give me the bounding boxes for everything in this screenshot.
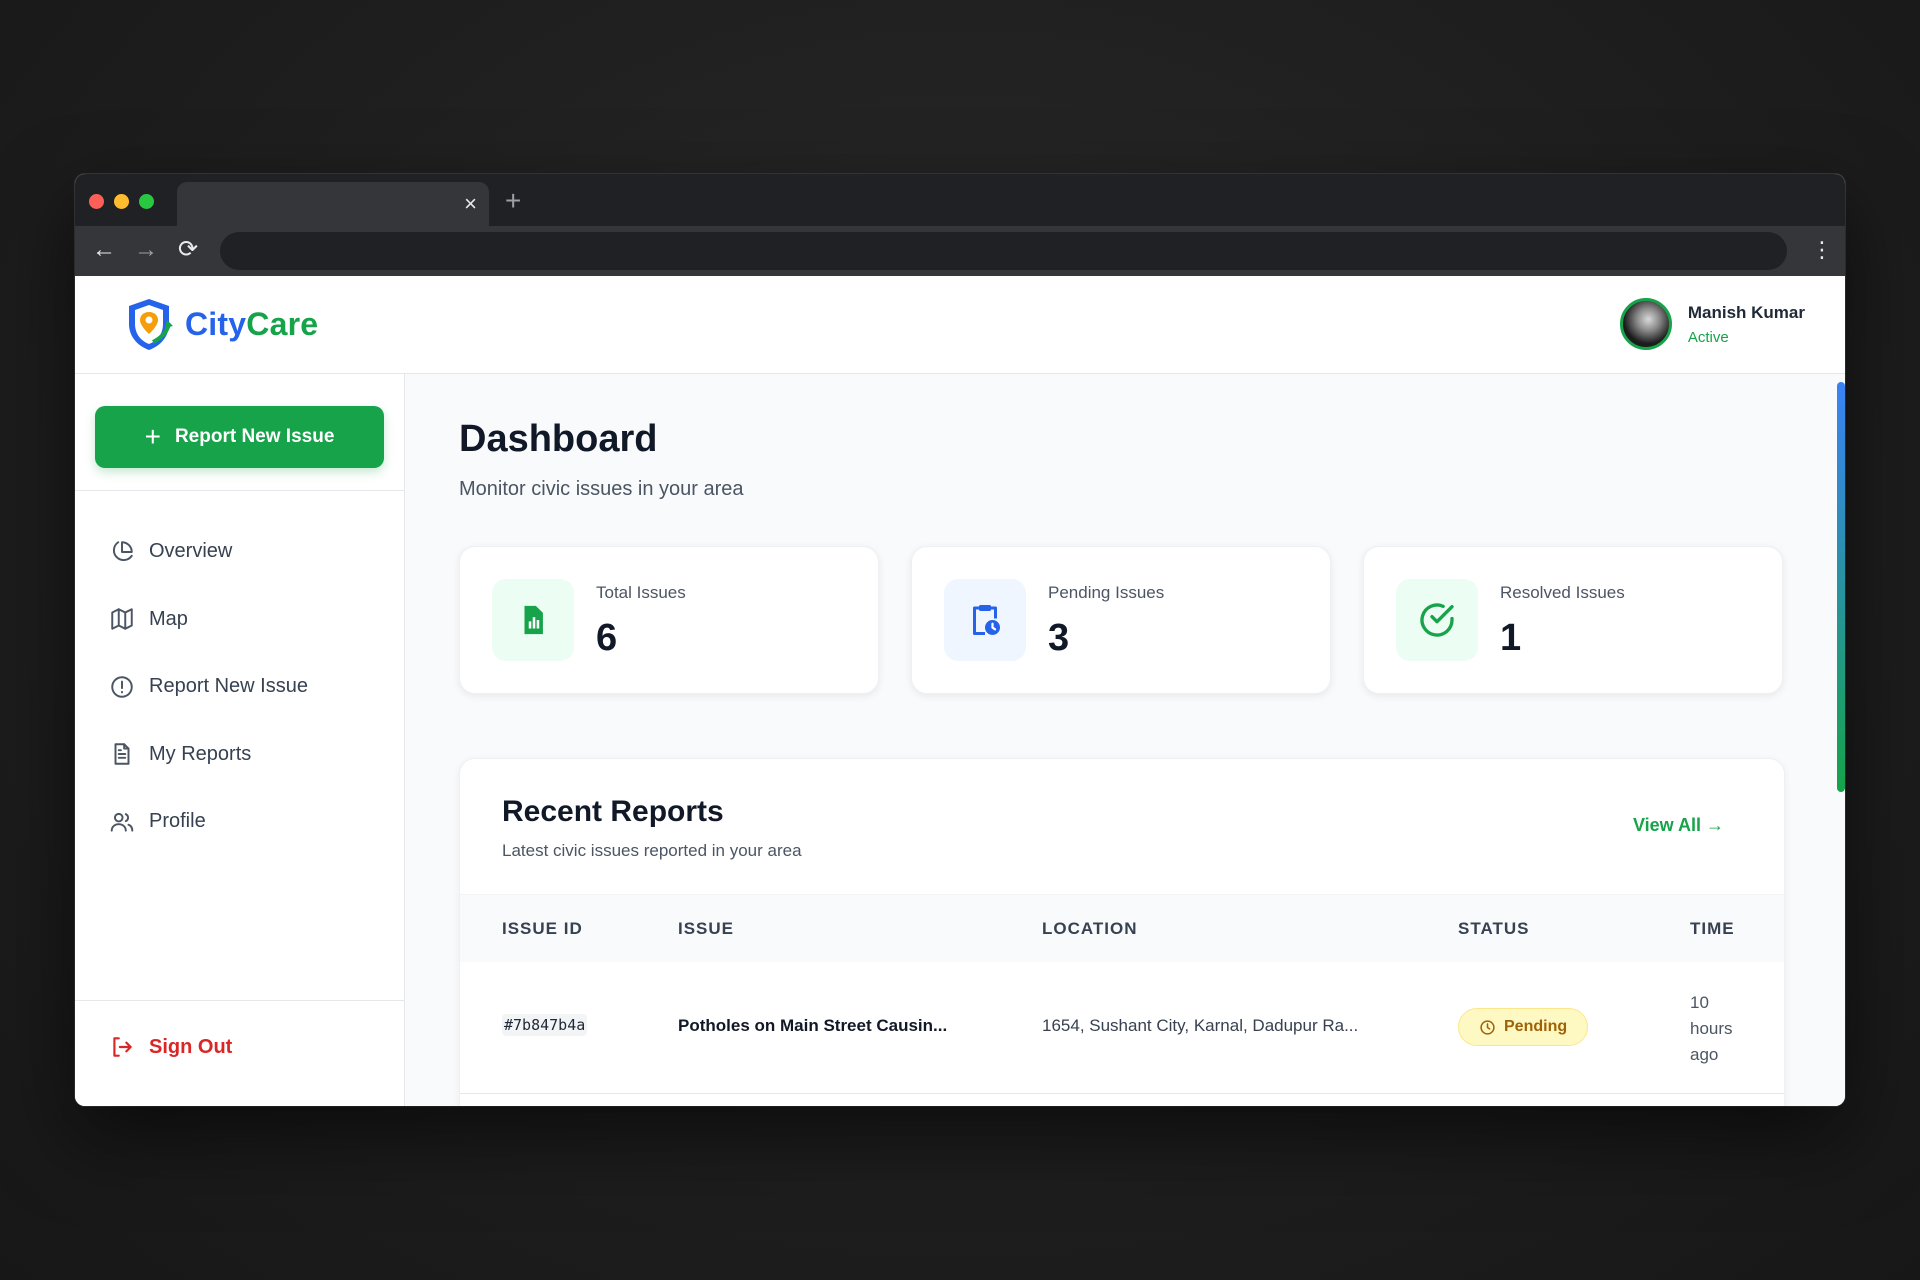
sidebar-item-map[interactable]: Map xyxy=(109,586,308,654)
forward-arrow-icon[interactable]: → xyxy=(131,235,161,265)
page-title: Dashboard xyxy=(459,418,658,460)
sidebar-divider xyxy=(75,1000,404,1001)
back-arrow-icon[interactable]: ← xyxy=(89,235,119,265)
avatar[interactable] xyxy=(1619,298,1672,350)
users-icon xyxy=(110,812,134,832)
column-header-time[interactable]: TIME xyxy=(1690,919,1735,939)
alert-circle-icon xyxy=(111,676,133,698)
app-logo[interactable]: CityCare xyxy=(123,296,318,352)
browser-menu-icon[interactable]: ⋮ xyxy=(1811,235,1833,265)
scrollbar[interactable] xyxy=(1837,382,1845,792)
status-badge: Pending xyxy=(1458,1008,1589,1046)
file-text-icon xyxy=(114,743,130,765)
browser-tab-bar: × + xyxy=(75,174,1845,226)
clipboard-clock-icon xyxy=(973,605,1000,635)
stats-cards: Total Issues 6 Pending Issues 3 Resolved… xyxy=(459,546,1783,694)
reload-icon[interactable]: ⟳ xyxy=(173,235,203,265)
stat-card-pending: Pending Issues 3 xyxy=(911,546,1331,694)
app-name: CityCare xyxy=(185,306,318,343)
sidebar: + Report New Issue Overview Map Report N… xyxy=(75,374,405,1106)
sign-out-button[interactable]: Sign Out xyxy=(109,1034,232,1060)
new-tab-icon[interactable]: + xyxy=(505,186,521,216)
maximize-window-button[interactable] xyxy=(139,194,154,209)
recent-reports-title: Recent Reports xyxy=(502,795,724,828)
sidebar-nav: Overview Map Report New Issue My Reports… xyxy=(109,518,308,856)
table-row[interactable]: #7b847b4a Potholes on Main Street Causin… xyxy=(460,962,1784,1094)
sidebar-item-label: Map xyxy=(149,607,188,630)
stat-card-total: Total Issues 6 xyxy=(459,546,879,694)
stat-value: 6 xyxy=(596,617,618,659)
stat-label: Total Issues xyxy=(596,583,686,602)
sidebar-item-my-reports[interactable]: My Reports xyxy=(109,721,308,789)
user-name: Manish Kumar xyxy=(1687,302,1805,322)
column-header-issue-id[interactable]: ISSUE ID xyxy=(502,919,583,939)
close-window-button[interactable] xyxy=(89,194,104,209)
stat-card-resolved: Resolved Issues 1 xyxy=(1363,546,1783,694)
clock-icon xyxy=(1480,1019,1495,1035)
check-circle-icon xyxy=(1420,603,1454,637)
issue-time: 10 hours ago xyxy=(1690,993,1733,1064)
main-content: Dashboard Monitor civic issues in your a… xyxy=(406,374,1845,1106)
sidebar-item-profile[interactable]: Profile xyxy=(109,788,308,856)
column-header-issue[interactable]: ISSUE xyxy=(678,919,734,939)
user-profile[interactable]: Manish Kumar Active xyxy=(1619,298,1805,350)
browser-window: × + ← → ⟳ ⋮ CityCare Manish Kumar Active… xyxy=(75,174,1845,1106)
browser-toolbar: ← → ⟳ ⋮ xyxy=(75,226,1845,276)
recent-reports-panel: Recent Reports Latest civic issues repor… xyxy=(459,758,1785,1106)
issue-id: #7b847b4a xyxy=(502,1014,588,1036)
plus-icon: + xyxy=(144,421,161,452)
sidebar-item-overview[interactable]: Overview xyxy=(109,518,308,586)
column-header-status[interactable]: STATUS xyxy=(1458,919,1529,939)
column-header-location[interactable]: LOCATION xyxy=(1042,919,1138,939)
table-header: ISSUE ID ISSUE LOCATION STATUS TIME xyxy=(460,894,1784,962)
shield-location-icon xyxy=(129,299,173,350)
user-status: Active xyxy=(1687,328,1729,346)
stat-value: 3 xyxy=(1048,617,1070,659)
stat-icon-wrapper xyxy=(1396,579,1478,661)
stat-icon-wrapper xyxy=(492,579,574,661)
stat-label: Pending Issues xyxy=(1048,583,1165,602)
sidebar-item-label: Profile xyxy=(149,810,206,833)
view-all-link[interactable]: View All → xyxy=(1633,815,1724,836)
sidebar-item-label: My Reports xyxy=(149,742,252,765)
stat-icon-wrapper xyxy=(944,579,1026,661)
issue-title[interactable]: Potholes on Main Street Causin... xyxy=(678,1016,947,1036)
pie-chart-icon xyxy=(112,541,133,561)
sidebar-item-report-new-issue[interactable]: Report New Issue xyxy=(109,653,308,721)
sidebar-item-label: Overview xyxy=(149,540,233,563)
logo-city-text: City xyxy=(185,305,247,342)
logo-care-text: Care xyxy=(246,305,319,342)
issue-location: 1654, Sushant City, Karnal, Dadupur Ra..… xyxy=(1042,1016,1359,1035)
close-tab-icon[interactable]: × xyxy=(464,192,477,216)
status-label: Pending xyxy=(1504,1018,1568,1035)
page-subtitle: Monitor civic issues in your area xyxy=(459,478,744,500)
app-viewport: CityCare Manish Kumar Active + Report Ne… xyxy=(75,276,1845,1106)
address-bar[interactable] xyxy=(220,232,1787,270)
sidebar-item-label: Report New Issue xyxy=(149,675,308,698)
report-new-issue-button[interactable]: + Report New Issue xyxy=(95,406,384,468)
window-controls xyxy=(89,194,154,209)
stat-label: Resolved Issues xyxy=(1500,583,1625,602)
spreadsheet-icon xyxy=(524,605,543,635)
log-out-icon xyxy=(113,1037,132,1057)
sidebar-divider xyxy=(75,490,404,491)
stat-value: 1 xyxy=(1500,617,1522,659)
browser-tab[interactable]: × xyxy=(177,182,489,226)
report-button-label: Report New Issue xyxy=(174,426,335,447)
minimize-window-button[interactable] xyxy=(114,194,129,209)
recent-reports-subtitle: Latest civic issues reported in your are… xyxy=(502,841,802,860)
app-header: CityCare Manish Kumar Active xyxy=(75,276,1845,374)
map-icon xyxy=(111,608,133,630)
sign-out-label: Sign Out xyxy=(149,1035,233,1058)
